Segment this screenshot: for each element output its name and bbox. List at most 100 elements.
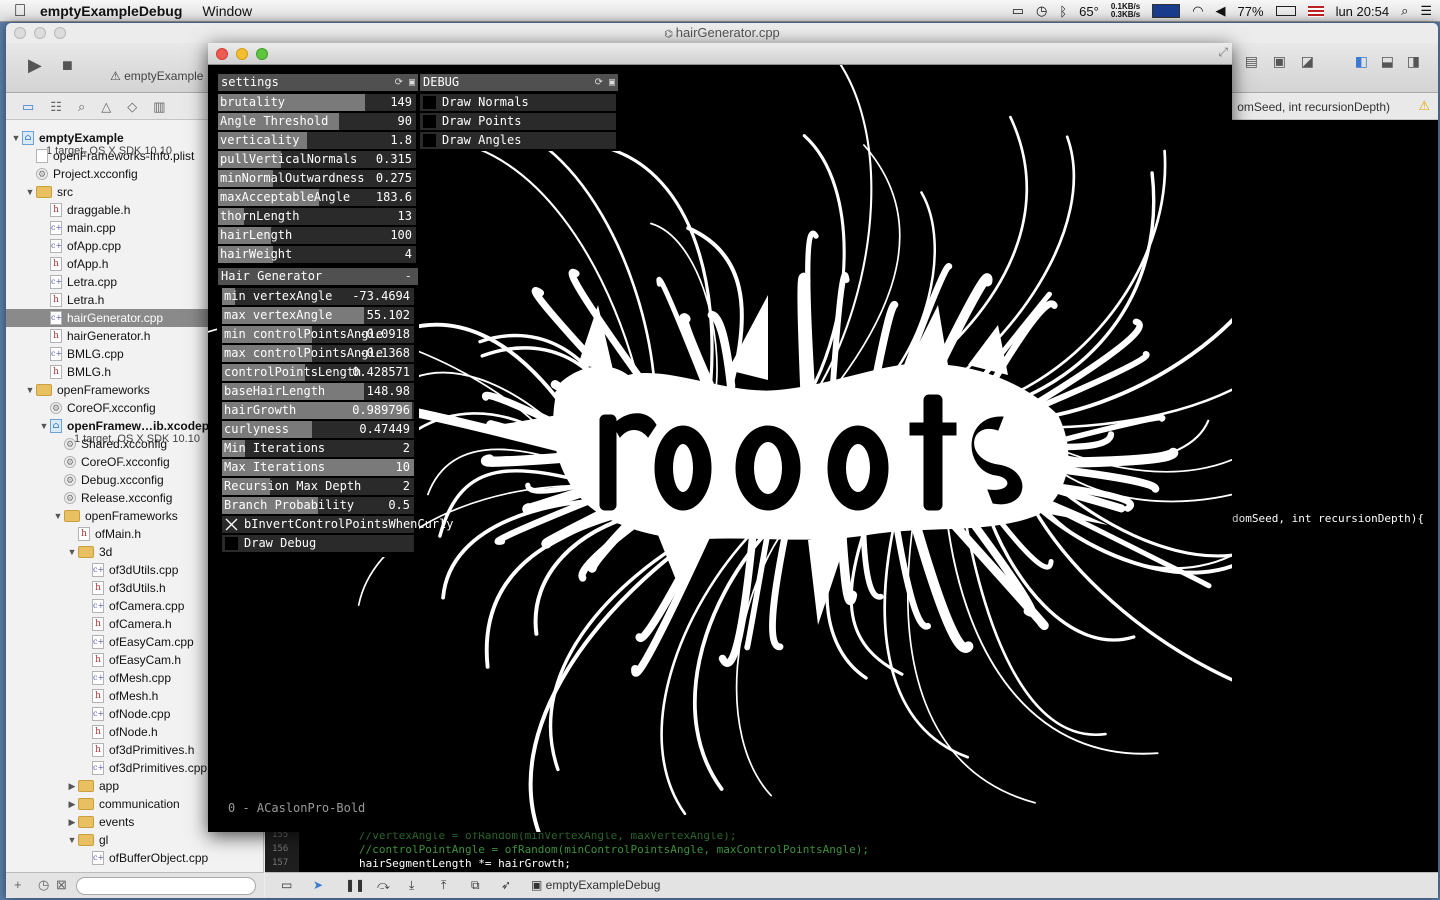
spotlight-icon[interactable]: ⌕ [1401, 3, 1408, 19]
filter-input[interactable] [76, 877, 256, 895]
nav-file[interactable]: c+ ofMesh.cpp [80, 669, 171, 687]
of-minimize-button[interactable] [236, 48, 248, 60]
checkbox-checked-icon[interactable] [224, 517, 239, 532]
checkbox-icon[interactable] [422, 133, 437, 148]
gui-toggle[interactable]: Draw Angles [420, 132, 616, 149]
gui-slider[interactable]: min vertexAngle -73.4694 [222, 288, 414, 305]
disclosure-triangle-icon[interactable]: ▼ [38, 417, 50, 435]
gui-toggle[interactable]: Draw Normals [420, 94, 616, 111]
nav-file[interactable]: h ofApp.h [38, 255, 108, 273]
run-icon[interactable]: ▶ [28, 55, 42, 76]
xcode-close-button[interactable] [14, 27, 26, 39]
breakpoints-icon[interactable]: ➤ [313, 878, 323, 892]
of-zoom-button[interactable] [256, 48, 268, 60]
gui-slider[interactable]: Recursion Max Depth 2 [222, 478, 414, 495]
nav-file[interactable]: c+ ofApp.cpp [38, 237, 121, 255]
location-icon[interactable]: ➶ [501, 878, 511, 892]
debug-navigator-icon[interactable]: ▥ [153, 99, 165, 115]
process-selector[interactable]: ▣ emptyExampleDebug [531, 878, 660, 892]
gui-slider[interactable]: minNormalOutwardness 0.275 [218, 170, 416, 187]
nav-file[interactable]: h Letra.h [38, 291, 104, 309]
battery-percent[interactable]: 77% [1238, 4, 1264, 19]
symbol-navigator-icon[interactable]: ☷ [50, 99, 62, 115]
gui-slider[interactable]: hairWeight 4 [218, 246, 416, 263]
nav-group[interactable]: ▼ ⌂ openFramew…ib.xcodeproj 1 target, OS X … [38, 417, 224, 445]
gui-slider[interactable]: min controlPointsAngle -0.0918 [222, 326, 414, 343]
warning-icon[interactable]: ⚠ [1418, 98, 1430, 114]
disclosure-triangle-icon[interactable]: ▶ [66, 795, 78, 813]
gui-slider[interactable]: maxAcceptableAngle 183.6 [218, 189, 416, 206]
gui-toggle[interactable]: bInvertControlPointsWhenCurly [222, 516, 454, 533]
project-navigator-icon[interactable]: ▭ [22, 99, 34, 115]
test-navigator-icon[interactable]: ◇ [127, 99, 137, 115]
disclosure-triangle-icon[interactable]: ▼ [66, 831, 78, 849]
debug-area-toggle-icon[interactable]: ⬓ [1381, 53, 1394, 70]
bluetooth-icon[interactable]: ᛒ [1059, 4, 1067, 19]
gui-slider[interactable]: Branch Probability 0.5 [222, 497, 414, 514]
collapse-toggle[interactable]: - [405, 268, 412, 285]
step-out-icon[interactable]: ⤒ [441, 878, 446, 893]
gui-slider[interactable]: verticality 1.8 [218, 132, 416, 149]
scheme-selector[interactable]: ⚠ emptyExample [110, 69, 203, 83]
nav-group[interactable]: ▼ src [24, 183, 73, 201]
gui-slider[interactable]: hairGrowth 0.989796 [222, 402, 414, 419]
code-line[interactable]: //controlPointAngle = ofRandom(minContro… [359, 843, 869, 856]
gui-slider[interactable]: max vertexAngle 55.102 [222, 307, 414, 324]
cpu-meter-icon[interactable] [1152, 4, 1181, 18]
nav-file[interactable]: c+ of3dPrimitives.cpp [80, 759, 207, 777]
of-close-button[interactable] [216, 48, 228, 60]
scm-filter-icon[interactable]: ⊠ [56, 877, 67, 893]
nav-file[interactable]: h of3dPrimitives.h [80, 741, 194, 759]
nav-file[interactable]: ⚙ Project.xcconfig [24, 165, 138, 183]
pause-icon[interactable]: ❚❚ [345, 878, 365, 892]
nav-file[interactable]: h BMLG.h [38, 363, 111, 381]
nav-file[interactable]: c+ main.cpp [38, 219, 116, 237]
nav-file[interactable]: openFrameworks-Info.plist [24, 147, 194, 165]
gui-slider[interactable]: brutality 149 [218, 94, 416, 111]
gui-slider[interactable]: pullVerticalNormals 0.315 [218, 151, 416, 168]
editor-version-icon[interactable]: ◪ [1301, 53, 1314, 70]
flag-icon[interactable] [1307, 5, 1324, 17]
nav-group[interactable]: ▼ gl [66, 831, 109, 849]
editor-standard-icon[interactable]: ▤ [1245, 53, 1258, 70]
gui-slider[interactable]: Max Iterations 10 [222, 459, 414, 476]
gui-toggle[interactable]: Draw Debug [222, 535, 414, 552]
jump-bar-function[interactable]: omSeed, int recursionDepth) [1237, 100, 1390, 114]
nav-group[interactable]: ▼ ⌂ emptyExample 1 target, OS X SDK 10.10 [10, 129, 172, 157]
disclosure-triangle-icon[interactable]: ▶ [66, 813, 78, 831]
temperature[interactable]: 65° [1079, 4, 1099, 19]
debug-header[interactable]: DEBUG ⟳ ▣ [420, 74, 618, 91]
nav-file[interactable]: c+ ofCamera.cpp [80, 597, 184, 615]
fullscreen-icon[interactable]: ⤢ [1218, 45, 1228, 60]
nav-file[interactable]: c+ ofBufferObject.cpp [80, 849, 208, 867]
nav-file[interactable]: h ofMesh.h [80, 687, 158, 705]
gui-slider[interactable]: thornLength 13 [218, 208, 416, 225]
nav-group[interactable]: ▶ events [66, 813, 135, 831]
gui-slider[interactable]: max controlPointsAngle -0.1368 [222, 345, 414, 362]
step-over-icon[interactable]: ⤼ [377, 878, 390, 893]
nav-file[interactable]: h of3dUtils.h [80, 579, 166, 597]
hide-debug-icon[interactable]: ▭ [281, 878, 292, 892]
nav-file[interactable]: c+ ofEasyCam.cpp [80, 633, 194, 651]
hair-generator-header[interactable]: Hair Generator - [218, 268, 418, 285]
nav-group[interactable]: ▶ app [66, 777, 120, 795]
nav-file[interactable]: h draggable.h [38, 201, 130, 219]
nav-file[interactable]: h ofEasyCam.h [80, 651, 181, 669]
gui-slider[interactable]: Min Iterations 2 [222, 440, 414, 457]
nav-file[interactable]: h ofNode.h [80, 723, 158, 741]
gui-slider[interactable]: hairLength 100 [218, 227, 416, 244]
clock[interactable]: lun 20:54 [1336, 4, 1390, 19]
nav-file[interactable]: c+ Letra.cpp [38, 273, 117, 291]
time-machine-icon[interactable]: ◷ [1036, 3, 1047, 19]
view-debugger-icon[interactable]: ⧉ [471, 878, 480, 893]
issue-navigator-icon[interactable]: △ [101, 99, 111, 115]
editor-assistant-icon[interactable]: ▣ [1273, 53, 1286, 70]
debug-reload-save-icons[interactable]: ⟳ ▣ [595, 74, 615, 91]
nav-group[interactable]: ▶ communication [66, 795, 180, 813]
navigator-toggle-icon[interactable]: ◧ [1355, 53, 1368, 70]
code-line[interactable]: hairSegmentLength *= hairGrowth; [359, 857, 571, 870]
nav-file[interactable]: ⚙ CoreOF.xcconfig [52, 453, 170, 471]
airplay-icon[interactable]: ▭ [1012, 3, 1024, 19]
add-icon[interactable]: + [14, 877, 22, 892]
disclosure-triangle-icon[interactable]: ▼ [10, 129, 22, 147]
